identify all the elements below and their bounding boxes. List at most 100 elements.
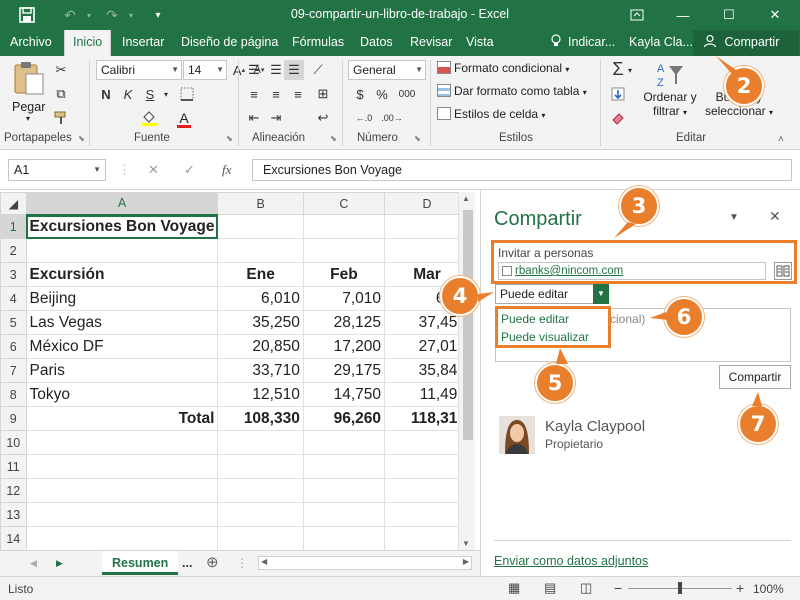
cell[interactable]: 20,850 <box>217 334 304 359</box>
tab-diseno[interactable]: Diseño de página <box>173 30 286 56</box>
row-header[interactable]: 9 <box>0 406 27 431</box>
cell[interactable] <box>384 238 470 263</box>
row-header[interactable]: 14 <box>0 526 27 550</box>
column-header-b[interactable]: B <box>217 192 304 215</box>
scroll-left-icon[interactable]: ◀ <box>261 557 267 566</box>
tab-formulas[interactable]: Fórmulas <box>284 30 352 56</box>
thousands-button[interactable]: 000 <box>394 84 420 104</box>
tab-datos[interactable]: Datos <box>352 30 401 56</box>
sheet-tab-resumen[interactable]: Resumen <box>102 551 179 575</box>
cell[interactable] <box>302 214 386 239</box>
row-header[interactable]: 11 <box>0 454 27 479</box>
row-header[interactable]: 7 <box>0 358 27 383</box>
cell[interactable]: Tokyo <box>25 382 219 407</box>
tab-archivo[interactable]: Archivo <box>2 30 60 56</box>
close-icon[interactable]: ✕ <box>752 0 798 30</box>
cell[interactable] <box>384 214 470 239</box>
cell[interactable] <box>25 478 219 503</box>
pane-options-icon[interactable]: ▼ <box>729 212 739 223</box>
font-size-combo[interactable]: 14 ▼ <box>183 60 227 80</box>
cell[interactable] <box>217 238 304 263</box>
cell[interactable] <box>217 214 304 239</box>
clipboard-launcher-icon[interactable]: ⬊ <box>78 134 85 143</box>
formula-input[interactable]: Excursiones Bon Voyage <box>252 159 792 181</box>
page-layout-icon[interactable]: ▤ <box>544 580 556 596</box>
cell[interactable] <box>384 478 470 503</box>
name-box[interactable]: A1 ▼ <box>8 159 106 181</box>
increase-decimal-icon[interactable]: ←.0 <box>352 108 376 128</box>
underline-button[interactable]: S <box>140 84 160 104</box>
row-header[interactable]: 5 <box>0 310 27 335</box>
align-top-icon[interactable]: ☰ <box>244 60 264 80</box>
cell[interactable] <box>217 502 304 527</box>
font-launcher-icon[interactable]: ⬊ <box>226 134 233 143</box>
cell[interactable] <box>25 526 219 550</box>
address-book-icon[interactable] <box>774 262 792 280</box>
normal-view-icon[interactable]: ▦ <box>508 580 520 596</box>
column-header-c[interactable]: C <box>302 192 386 215</box>
align-right-icon[interactable]: ≡ <box>288 84 308 104</box>
insert-function-icon[interactable]: fx <box>222 159 231 181</box>
cell[interactable]: 33,710 <box>217 358 304 383</box>
clear-icon[interactable] <box>608 108 628 128</box>
cell[interactable]: 11,490 <box>384 382 470 407</box>
increase-indent-icon[interactable]: ⇥ <box>266 108 286 128</box>
cell[interactable] <box>302 454 386 479</box>
minimize-icon[interactable]: — <box>660 0 706 30</box>
share-tab-button[interactable]: Compartir <box>693 30 799 56</box>
cell[interactable]: Paris <box>25 358 219 383</box>
cell[interactable] <box>217 526 304 550</box>
tab-insertar[interactable]: Insertar <box>114 30 172 56</box>
row-header[interactable]: 10 <box>0 430 27 455</box>
italic-button[interactable]: K <box>118 84 138 104</box>
alignment-launcher-icon[interactable]: ⬊ <box>330 134 337 143</box>
cell[interactable]: 29,175 <box>302 358 386 383</box>
cell[interactable] <box>384 430 470 455</box>
sort-filter-button[interactable]: A Z Ordenar y filtrar ▾ <box>640 60 700 126</box>
cell-a1[interactable]: Excursiones Bon Voyage <box>25 214 219 239</box>
cell[interactable]: 12,510 <box>217 382 304 407</box>
cell[interactable] <box>25 238 219 263</box>
scroll-up-icon[interactable]: ▲ <box>462 194 470 203</box>
add-sheet-icon[interactable]: ⊕ <box>206 551 219 575</box>
cell[interactable]: 96,260 <box>302 406 386 431</box>
permission-select[interactable]: Puede editar ▼ <box>495 284 609 304</box>
tab-revisar[interactable]: Revisar <box>402 30 460 56</box>
chevron-down-icon[interactable]: ▼ <box>593 284 609 304</box>
zoom-level[interactable]: 100% <box>753 582 784 596</box>
tell-me-icon[interactable] <box>550 30 562 56</box>
cell[interactable]: 35,840 <box>384 358 470 383</box>
cell[interactable]: 118,315 <box>384 406 470 431</box>
cell[interactable]: 7,010 <box>302 286 386 311</box>
row-header[interactable]: 3 <box>0 262 27 287</box>
align-center-icon[interactable]: ≡ <box>266 84 286 104</box>
column-header-a[interactable]: A <box>25 192 219 216</box>
invite-email-field[interactable]: rbanks@nincom.com <box>498 262 766 280</box>
cell[interactable] <box>384 526 470 550</box>
cell[interactable] <box>217 454 304 479</box>
copy-icon[interactable]: ⧉ <box>52 84 70 104</box>
percent-button[interactable]: % <box>372 84 392 104</box>
tab-split-icon[interactable]: ⋮ <box>236 551 248 575</box>
more-sheets-button[interactable]: ... <box>182 551 192 575</box>
cell[interactable] <box>25 454 219 479</box>
column-header-d[interactable]: D <box>384 192 470 215</box>
row-header[interactable]: 2 <box>0 238 27 263</box>
cell[interactable]: Excursión <box>25 262 219 287</box>
cut-icon[interactable]: ✂ <box>52 60 70 80</box>
cell[interactable]: Beijing <box>25 286 219 311</box>
row-header[interactable]: 8 <box>0 382 27 407</box>
cell[interactable]: México DF <box>25 334 219 359</box>
zoom-in-icon[interactable]: + <box>736 580 744 596</box>
orientation-icon[interactable]: ⟋ <box>306 60 330 80</box>
currency-button[interactable]: $ <box>350 84 370 104</box>
number-format-combo[interactable]: General ▼ <box>348 60 426 80</box>
cell[interactable]: Feb <box>302 262 386 287</box>
format-as-table-button[interactable]: Dar formato como tabla ▾ <box>437 84 587 98</box>
align-left-icon[interactable]: ≡ <box>244 84 264 104</box>
underline-dropdown-icon[interactable]: ▾ <box>162 84 170 104</box>
cell[interactable] <box>25 502 219 527</box>
cell[interactable]: Ene <box>217 262 304 287</box>
cell[interactable] <box>302 526 386 550</box>
cell[interactable] <box>384 502 470 527</box>
